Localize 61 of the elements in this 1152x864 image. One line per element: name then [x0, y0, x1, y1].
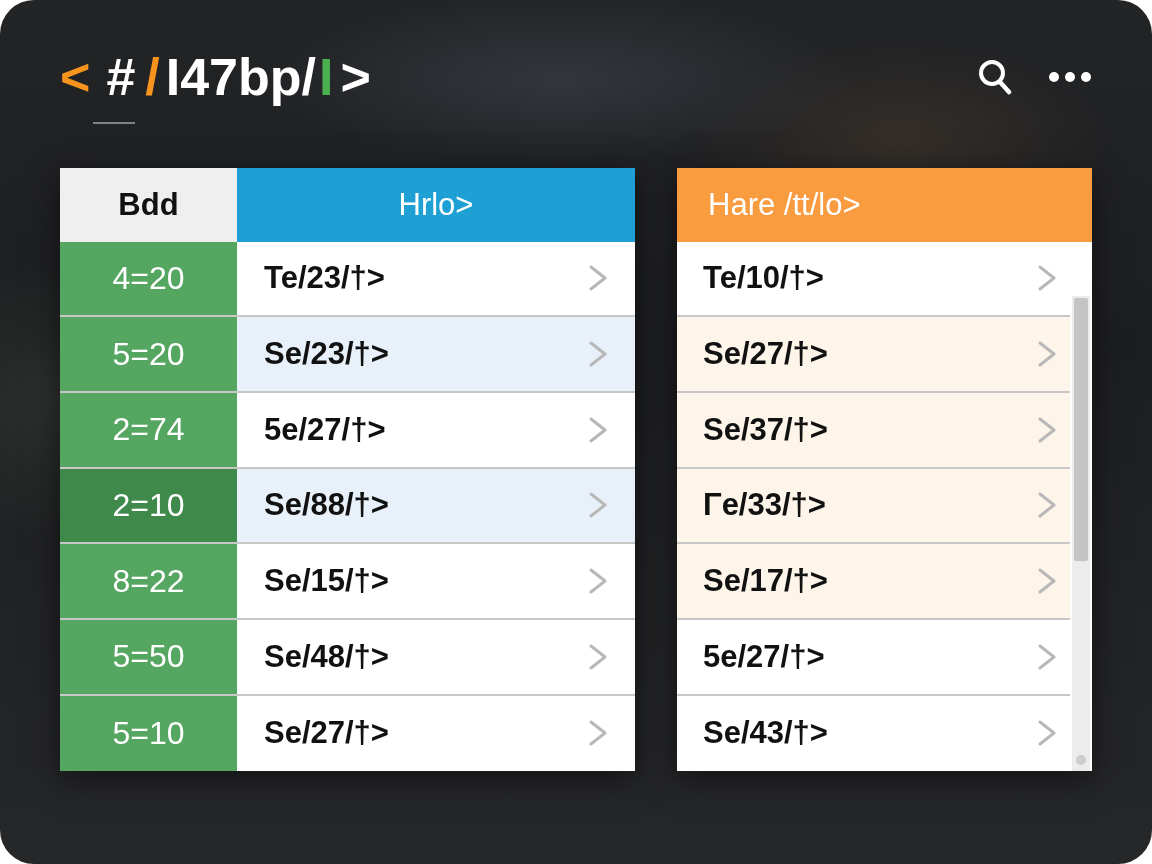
list-item[interactable]: Se/27/†> — [677, 317, 1070, 393]
chevron-right-icon — [589, 265, 607, 292]
search-button[interactable] — [978, 59, 1012, 95]
code-cell: 5=50 — [60, 619, 237, 696]
chevron-right-icon — [589, 416, 607, 443]
table-cell[interactable]: Te/23/†> — [237, 241, 635, 318]
code-cell: 2=10 — [60, 468, 237, 545]
list-item[interactable]: Se/17/†> — [677, 544, 1070, 620]
chevron-right-icon — [589, 341, 607, 368]
chevron-right-icon — [1038, 568, 1056, 595]
chevron-right-icon — [589, 568, 607, 595]
code-cell: 4=20 — [60, 241, 237, 318]
more-icon — [1048, 71, 1092, 83]
chevron-right-icon — [1038, 341, 1056, 368]
list-item[interactable]: Γe/33/†> — [677, 468, 1070, 545]
code-cell: 8=22 — [60, 544, 237, 620]
logo-text: > — [340, 51, 371, 103]
logo-text: < — [60, 51, 91, 103]
row-label: Te/10/†> — [703, 260, 824, 297]
row-label: Se/43/†> — [703, 715, 828, 752]
code-cell: 5=20 — [60, 317, 237, 393]
row-label: Se/27/†> — [264, 715, 389, 752]
chevron-right-icon — [589, 720, 607, 747]
chevron-right-icon — [1038, 492, 1056, 519]
row-label: Se/88/†> — [264, 487, 389, 524]
scroll-dot-icon — [1076, 755, 1086, 766]
logo-text: / — [145, 51, 160, 103]
row-label: Se/27/†> — [703, 336, 828, 373]
table-cell[interactable]: Se/23/†> — [237, 317, 635, 393]
row-label: Se/17/†> — [703, 563, 828, 600]
table-cell[interactable]: Se/15/†> — [237, 544, 635, 620]
row-label: Se/48/†> — [264, 638, 389, 675]
chevron-right-icon — [1038, 643, 1056, 670]
more-button[interactable] — [1048, 71, 1092, 83]
list-header: Hare /tt/lo> — [677, 167, 1092, 242]
row-label: Te/23/†> — [264, 260, 385, 297]
row-label: 5e/27/†> — [703, 638, 825, 675]
scrollbar[interactable] — [1072, 295, 1090, 772]
scrollbar-thumb[interactable] — [1074, 297, 1088, 561]
table-cell[interactable]: Se/48/†> — [237, 619, 635, 696]
table-cell[interactable]: Se/27/†> — [237, 695, 635, 772]
search-icon — [978, 59, 1012, 95]
row-label: 5e/27/†> — [264, 411, 386, 448]
row-label: Se/15/†> — [264, 563, 389, 600]
row-label: Se/23/†> — [264, 336, 389, 373]
logo-text: I — [319, 51, 334, 103]
chevron-right-icon — [589, 643, 607, 670]
code-cell: 5=10 — [60, 695, 237, 772]
code-cell: 2=74 — [60, 392, 237, 469]
row-label: Se/37/†> — [703, 411, 828, 448]
table-cell[interactable]: Se/88/†> — [237, 468, 635, 545]
chevron-right-icon — [1038, 720, 1056, 747]
column-header: Hrlo> — [237, 167, 635, 242]
list-item[interactable]: Se/37/†> — [677, 392, 1070, 469]
column-header: Bdd — [60, 167, 237, 242]
table-cell[interactable]: 5e/27/†> — [237, 392, 635, 469]
chevron-right-icon — [1038, 416, 1056, 443]
row-label: Γe/33/†> — [703, 487, 826, 524]
chevron-right-icon — [1038, 265, 1056, 292]
logo-text: # — [106, 51, 136, 103]
chevron-right-icon — [589, 492, 607, 519]
